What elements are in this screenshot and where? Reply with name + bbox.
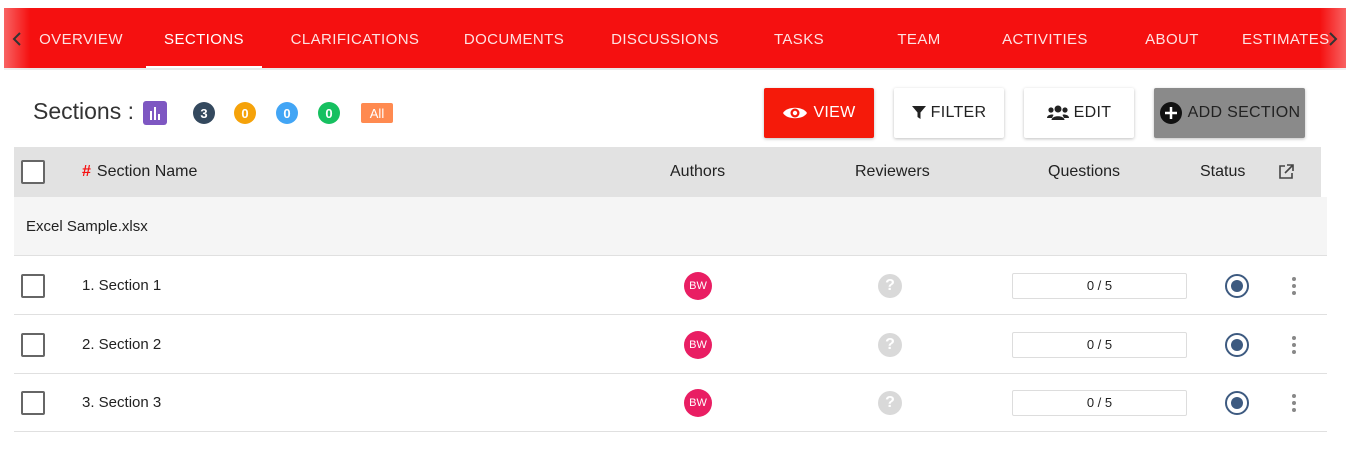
header-section-name-label: Section Name [96,163,198,180]
more-options-icon[interactable] [1292,393,1296,412]
header-questions: Questions [1048,163,1121,180]
all-badge[interactable]: All [361,103,393,123]
add-section-button[interactable]: ADD SECTION [1154,88,1305,138]
edit-button[interactable]: EDIT [1024,88,1134,138]
header-authors: Authors [670,163,726,180]
plus-circle-icon [1159,102,1182,124]
page-title: Sections : [33,98,134,124]
section-name[interactable]: 1. Section 1 [82,257,161,314]
select-all-cell [21,147,45,197]
count-badge-blue[interactable]: 0 [276,102,298,124]
author-avatar[interactable]: BW [684,388,712,417]
table-row[interactable]: 2. Section 2 BW ? 0 / 5 [14,316,1327,374]
author-avatar[interactable]: BW [684,271,712,300]
hash-icon: # [82,163,91,180]
top-nav: OVERVIEW SECTIONS CLARIFICATIONS DOCUMEN… [4,8,1346,70]
question-mark-icon[interactable]: ? [878,273,902,298]
author-avatar[interactable]: BW [684,330,712,359]
more-options-icon[interactable] [1292,276,1296,295]
table-row[interactable]: 3. Section 3 BW ? 0 / 5 [14,374,1327,432]
select-all-checkbox[interactable] [21,160,45,184]
edit-button-label: EDIT [1073,104,1112,121]
tab-about[interactable]: ABOUT [1128,8,1216,70]
scroll-right-icon[interactable] [1320,8,1346,70]
table-row[interactable]: 1. Section 1 BW ? 0 / 5 [14,257,1327,315]
tab-documents[interactable]: DOCUMENTS [452,8,576,70]
question-mark-icon[interactable]: ? [878,332,902,357]
header-reviewers: Reviewers [855,163,930,180]
tab-discussions[interactable]: DISCUSSIONS [598,8,732,70]
row-checkbox[interactable] [21,273,45,298]
group-row-file: Excel Sample.xlsx [14,197,1327,256]
more-options-icon[interactable] [1292,335,1296,354]
eye-icon [783,107,808,119]
questions-progress: 0 / 5 [1012,389,1187,416]
bar-chart-icon[interactable] [143,101,167,125]
questions-progress: 0 / 5 [1012,272,1187,299]
view-button-label: VIEW [813,104,856,121]
row-checkbox[interactable] [21,390,45,415]
filter-button[interactable]: FILTER [894,88,1004,138]
tab-team[interactable]: TEAM [876,8,962,70]
filter-icon [911,106,926,119]
open-external-icon[interactable] [1278,147,1294,197]
tab-sections[interactable]: SECTIONS [146,8,262,70]
group-file-name: Excel Sample.xlsx [26,217,148,235]
filter-button-label: FILTER [930,104,987,121]
count-badge-green[interactable]: 0 [318,102,340,124]
tab-clarifications[interactable]: CLARIFICATIONS [280,8,430,70]
view-button[interactable]: VIEW [764,88,874,138]
status-radio-icon[interactable] [1225,332,1249,357]
tab-tasks[interactable]: TASKS [756,8,842,70]
header-section-name[interactable]: # Section Name [82,147,197,197]
status-radio-icon[interactable] [1225,273,1249,298]
row-checkbox[interactable] [21,332,45,357]
question-mark-icon[interactable]: ? [878,390,902,415]
table-header: # Section Name Authors Reviewers Questio… [14,147,1321,197]
tab-activities[interactable]: ACTIVITIES [990,8,1100,70]
section-name[interactable]: 3. Section 3 [82,374,161,431]
header-status: Status [1200,163,1246,180]
status-radio-icon[interactable] [1225,390,1249,415]
tab-overview[interactable]: OVERVIEW [26,8,136,70]
section-name[interactable]: 2. Section 2 [82,316,161,373]
count-badge-total[interactable]: 3 [193,102,215,124]
questions-progress: 0 / 5 [1012,331,1187,358]
users-icon [1046,105,1069,120]
add-section-button-label: ADD SECTION [1187,104,1301,121]
count-badge-orange[interactable]: 0 [234,102,256,124]
